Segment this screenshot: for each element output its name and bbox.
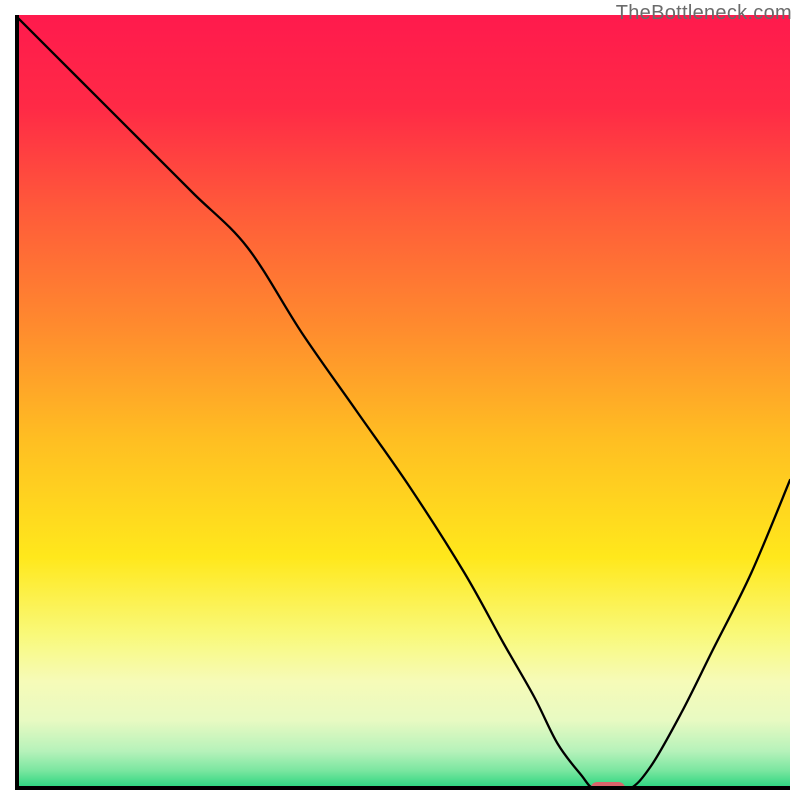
bottleneck-chart xyxy=(15,15,790,790)
chart-container xyxy=(15,15,790,790)
watermark-text: TheBottleneck.com xyxy=(616,2,792,25)
